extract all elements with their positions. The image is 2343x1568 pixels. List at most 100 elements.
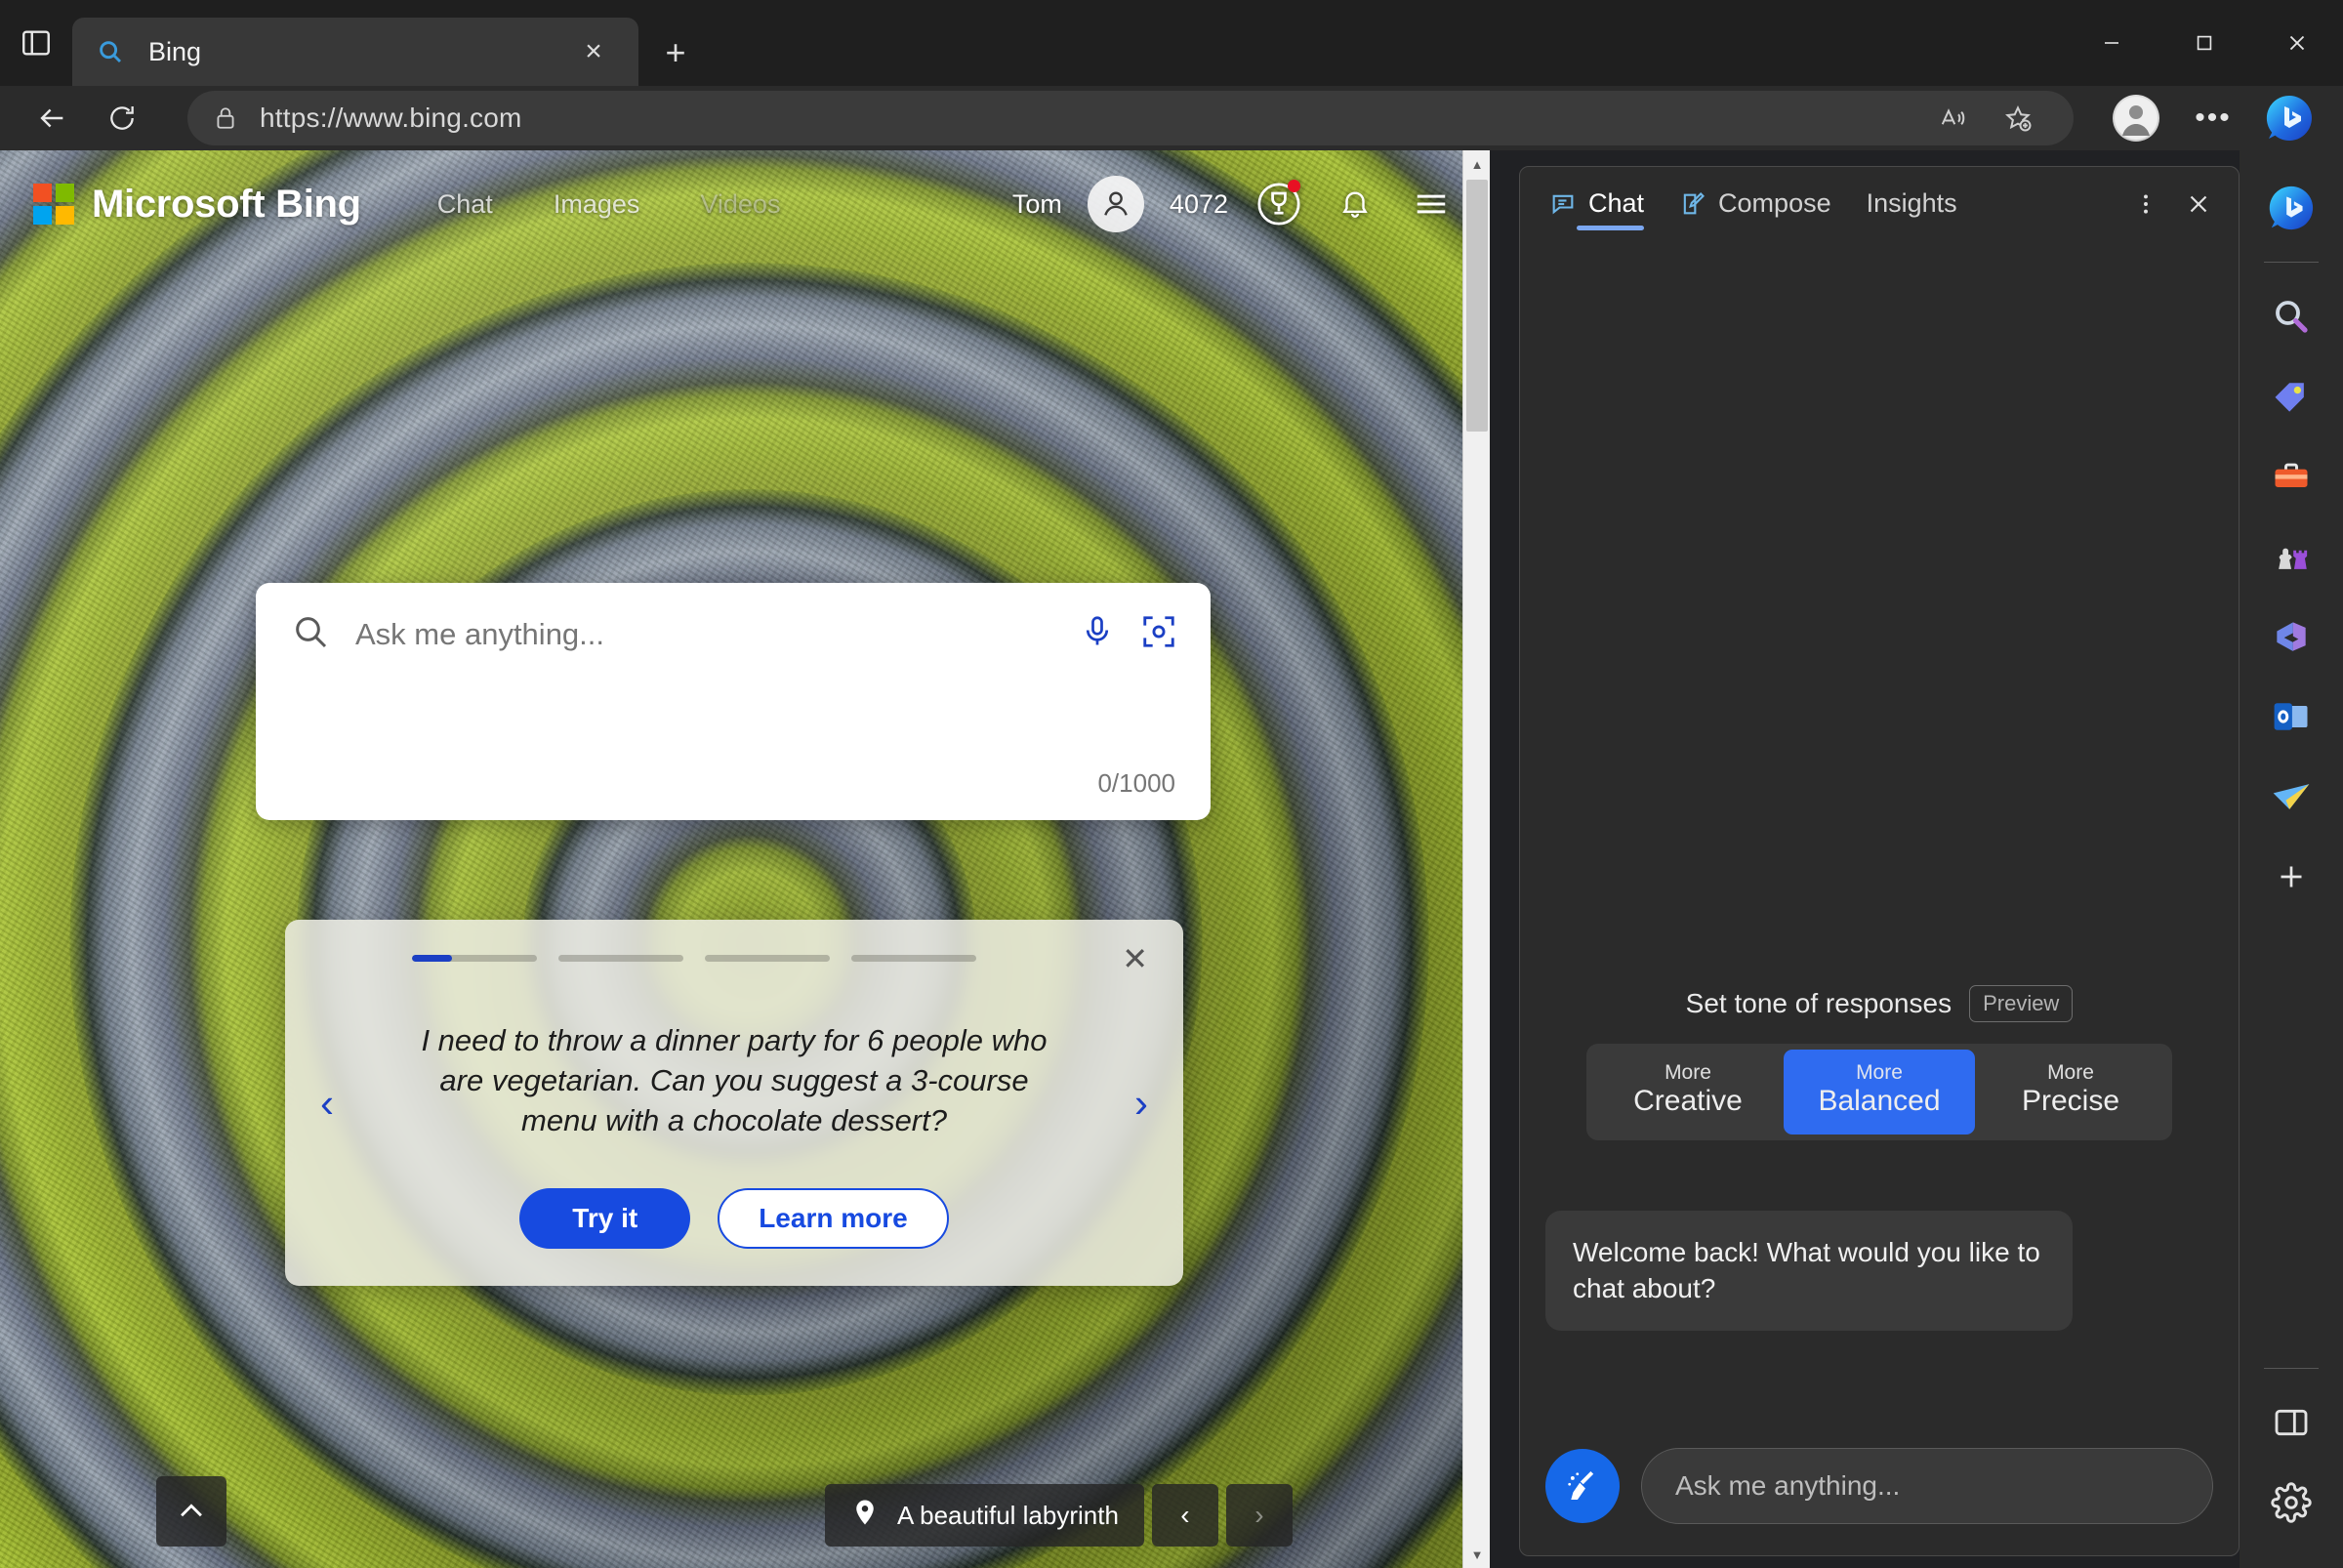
background-image-labyrinth	[0, 150, 1490, 1568]
tools-toolbox-icon[interactable]	[2240, 436, 2343, 516]
microsoft-bing-logo[interactable]: Microsoft Bing	[33, 183, 361, 227]
read-aloud-icon[interactable]	[1923, 91, 1984, 145]
games-chess-icon[interactable]	[2240, 516, 2343, 597]
tone-selector: More Creative More Balanced More Precise	[1586, 1044, 2172, 1140]
carousel-next-icon[interactable]: ›	[1134, 1080, 1148, 1127]
image-next-button[interactable]: ›	[1226, 1484, 1293, 1547]
carousel-progress-3[interactable]	[705, 955, 830, 962]
copilot-bing-icon[interactable]	[2257, 89, 2322, 147]
new-tab-button[interactable]: +	[652, 29, 699, 76]
paper-plane-icon[interactable]	[2240, 757, 2343, 837]
add-favorite-star-icon[interactable]	[1988, 91, 2048, 145]
outlook-icon[interactable]	[2240, 677, 2343, 757]
bing-search-favicon	[94, 35, 127, 68]
nav-item-images[interactable]: Images	[554, 189, 640, 220]
tab-actions-icon[interactable]	[0, 0, 72, 86]
image-caption-text: A beautiful labyrinth	[897, 1501, 1119, 1531]
search-char-count: 0/1000	[1097, 768, 1175, 799]
browser-titlebar: Bing × +	[0, 0, 2343, 86]
search-input[interactable]: Ask me anything...	[355, 617, 1054, 652]
browser-window: Bing × +	[0, 0, 2343, 1568]
carousel-progress-bars	[412, 955, 976, 962]
page-scrollbar[interactable]: ▲ ▼	[1462, 150, 1490, 1568]
minimize-button[interactable]	[2065, 0, 2158, 86]
close-icon[interactable]	[2184, 189, 2213, 219]
sidebar-bottom-divider	[2264, 1368, 2319, 1369]
user-account-avatar[interactable]	[1088, 176, 1144, 232]
carousel-progress-1[interactable]	[412, 955, 537, 962]
search-box-row: Ask me anything...	[256, 583, 1211, 656]
chat-input[interactable]: Ask me anything...	[1641, 1448, 2213, 1524]
try-it-button[interactable]: Try it	[519, 1188, 690, 1249]
lock-icon	[213, 105, 238, 131]
sidebar-divider	[2264, 262, 2319, 263]
learn-more-button[interactable]: Learn more	[718, 1188, 949, 1249]
user-name: Tom	[1012, 189, 1062, 220]
tone-option-creative[interactable]: More Creative	[1592, 1050, 1784, 1135]
bing-nav: Chat Images Videos	[437, 189, 781, 220]
tab-chat[interactable]: Chat	[1549, 188, 1644, 230]
location-pin-icon	[850, 1498, 880, 1534]
close-window-button[interactable]	[2250, 0, 2343, 86]
nav-item-videos[interactable]: Videos	[700, 189, 780, 220]
rewards-notification-dot	[1288, 180, 1300, 192]
address-bar[interactable]: https://www.bing.com	[187, 91, 2074, 145]
tone-creative-label: Creative	[1592, 1085, 1784, 1119]
assistant-welcome-message: Welcome back! What would you like to cha…	[1545, 1211, 2073, 1331]
rewards-points: 4072	[1170, 189, 1228, 220]
suggestion-carousel-card: ✕ ‹ › I need to throw a dinner party for…	[285, 920, 1183, 1286]
tab-compose[interactable]: Compose	[1679, 188, 1831, 230]
settings-gear-icon[interactable]	[2240, 1463, 2343, 1543]
image-prev-button[interactable]: ‹	[1152, 1484, 1218, 1547]
rewards-trophy-icon[interactable]	[1254, 179, 1304, 229]
carousel-progress-2[interactable]	[558, 955, 683, 962]
back-arrow-icon[interactable]	[21, 91, 82, 145]
nav-item-chat[interactable]: Chat	[437, 189, 493, 220]
chat-panel-tabs: Chat Compose Insights	[1520, 167, 2239, 230]
carousel-close-icon[interactable]: ✕	[1122, 943, 1148, 974]
refresh-icon[interactable]	[92, 91, 152, 145]
bing-logo-text: Microsoft Bing	[92, 183, 361, 227]
browser-more-menu[interactable]: •••	[2185, 91, 2241, 145]
profile-avatar[interactable]	[2113, 95, 2159, 142]
sidebar-toggle-icon[interactable]	[2240, 1382, 2343, 1463]
visual-search-camera-icon[interactable]	[1140, 613, 1177, 655]
chat-panel-body: Set tone of responses Preview More Creat…	[1520, 230, 2239, 1448]
office-icon[interactable]	[2240, 597, 2343, 677]
scrollbar-thumb[interactable]	[1466, 180, 1488, 432]
browser-toolbar: https://www.bing.com	[0, 86, 2343, 150]
bing-chat-panel: Chat Compose Insights	[1519, 166, 2240, 1556]
compose-pencil-icon	[1679, 190, 1706, 218]
tone-label: Set tone of responses	[1686, 988, 1952, 1019]
scrollbar-down-arrow[interactable]: ▼	[1463, 1541, 1491, 1568]
search-magnifier-icon[interactable]	[2240, 276, 2343, 356]
carousel-prev-icon[interactable]: ‹	[320, 1080, 334, 1127]
sidebar-bottom-group	[2240, 1354, 2343, 1568]
bing-copilot-discover-icon[interactable]	[2240, 168, 2343, 248]
chevron-up-icon[interactable]	[156, 1476, 226, 1547]
bing-header-right: Tom 4072	[1012, 176, 1457, 232]
broom-new-topic-icon[interactable]	[1545, 1449, 1620, 1523]
bing-search-box[interactable]: Ask me anything...	[256, 583, 1211, 820]
browser-tab-bing[interactable]: Bing ×	[72, 18, 638, 86]
tab-compose-label: Compose	[1718, 188, 1831, 219]
tone-precise-small: More	[1975, 1061, 2166, 1085]
carousel-progress-4[interactable]	[851, 955, 976, 962]
tone-balanced-label: Balanced	[1784, 1085, 1975, 1119]
tab-insights[interactable]: Insights	[1867, 188, 1957, 230]
tone-option-precise[interactable]: More Precise	[1975, 1050, 2166, 1135]
maximize-button[interactable]	[2158, 0, 2250, 86]
tab-close-icon[interactable]: ×	[570, 28, 617, 75]
hamburger-menu-icon[interactable]	[1406, 179, 1457, 229]
shopping-tag-icon[interactable]	[2240, 356, 2343, 436]
microphone-icon[interactable]	[1080, 614, 1115, 654]
image-caption[interactable]: A beautiful labyrinth	[825, 1484, 1144, 1547]
tone-option-balanced[interactable]: More Balanced	[1784, 1050, 1975, 1135]
preview-badge: Preview	[1969, 985, 2073, 1022]
scrollbar-up-arrow[interactable]: ▲	[1463, 150, 1491, 178]
more-vertical-icon[interactable]	[2133, 191, 2158, 217]
bell-icon[interactable]	[1330, 179, 1380, 229]
chat-input-row: Ask me anything...	[1520, 1448, 2239, 1555]
address-bar-url: https://www.bing.com	[260, 103, 522, 134]
add-plus-icon[interactable]	[2240, 837, 2343, 917]
